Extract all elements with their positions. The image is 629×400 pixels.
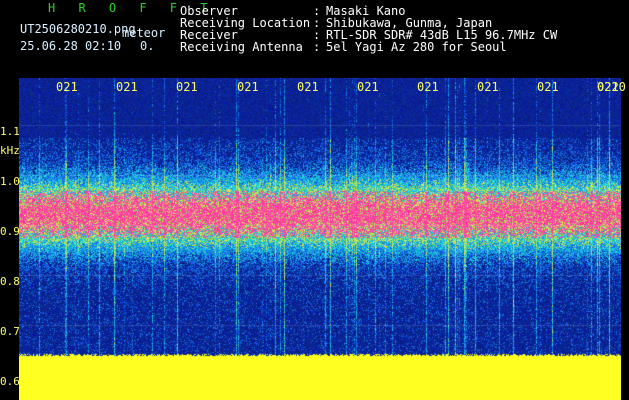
time-tick-label: 0220 bbox=[597, 80, 626, 94]
time-tick-label: 021 bbox=[176, 80, 198, 94]
y-tick-label: 0.8 bbox=[0, 275, 20, 288]
y-tick-label: 1.0 bbox=[0, 175, 20, 188]
y-tick-label: 1.1 bbox=[0, 125, 20, 138]
y-tick-label: 0.7 bbox=[0, 325, 20, 338]
antenna-value: 5el Yagi Az 280 for Seoul bbox=[326, 40, 507, 54]
time-tick-label: 021 bbox=[417, 80, 439, 94]
frequency-axis: kHz 1.1 1.0 0.9 0.8 0.7 0.6 bbox=[0, 70, 20, 400]
time-tick-label: 021 bbox=[477, 80, 499, 94]
antenna-colon: : bbox=[313, 40, 321, 54]
mode-label: meteor bbox=[122, 26, 166, 40]
y-tick-label: 0.6 bbox=[0, 375, 20, 388]
filename-label: UT2506280210.png bbox=[20, 22, 136, 36]
count-label: 0. bbox=[140, 39, 155, 53]
time-tick-label: 021 bbox=[357, 80, 379, 94]
axis-unit-label: kHz bbox=[0, 144, 20, 157]
time-tick-label: 021 bbox=[237, 80, 259, 94]
time-tick-label: 021 bbox=[297, 80, 319, 94]
datetime-label: 25.06.28 02:10 bbox=[20, 39, 122, 53]
time-tick-label: 021 bbox=[116, 80, 138, 94]
time-tick-label: 021 bbox=[537, 80, 559, 94]
y-tick-label: 0.9 bbox=[0, 225, 20, 238]
antenna-label: Receiving Antenna bbox=[180, 40, 303, 54]
spectrogram bbox=[19, 78, 621, 400]
time-tick-label: 021 bbox=[56, 80, 78, 94]
